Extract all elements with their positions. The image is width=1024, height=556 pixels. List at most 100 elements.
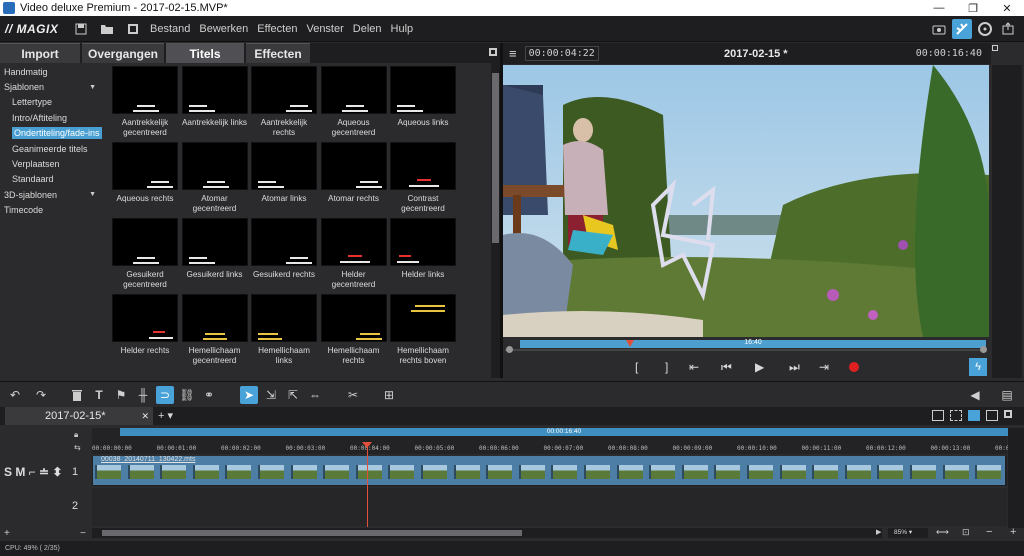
disc-icon[interactable] (975, 19, 995, 39)
menu-delen[interactable]: Delen (353, 23, 382, 35)
preview-maximize-icon[interactable] (992, 45, 998, 51)
timeline-maximize-icon[interactable] (1004, 410, 1012, 418)
tab-effecten[interactable]: Effecten (246, 43, 310, 63)
timeline-scrollbar[interactable] (92, 528, 882, 538)
title-template[interactable]: Atomar gecentreerd (181, 142, 248, 213)
camera-icon[interactable] (929, 19, 949, 39)
view-storyboard-icon[interactable] (986, 410, 998, 421)
track-1-controls[interactable]: S M ⌐ ≐ ⬍ (4, 465, 62, 479)
tab-import[interactable]: Import (0, 43, 80, 63)
tree-item[interactable]: Ondertiteling/fade-ins (0, 126, 108, 141)
zoom-in-icon[interactable]: + (1010, 526, 1016, 538)
menu-venster[interactable]: Venster (306, 23, 343, 35)
previous-frame-button[interactable]: ⏮ (721, 360, 732, 375)
scrub-start-handle[interactable] (506, 346, 513, 353)
panel-maximize-icon[interactable] (489, 48, 497, 56)
title-template[interactable]: Atomar rechts (320, 142, 387, 204)
link-icon[interactable]: ⛓ (178, 386, 196, 404)
maximize-button[interactable]: ❐ (956, 0, 990, 16)
range-select-icon[interactable]: ⇲ (262, 386, 280, 404)
group-select-icon[interactable]: ⇱ (284, 386, 302, 404)
share-icon[interactable] (998, 19, 1018, 39)
save-icon[interactable] (73, 21, 89, 37)
undo-icon[interactable]: ↶ (6, 386, 24, 404)
expand-arrow-icon[interactable]: ▼ (89, 84, 96, 91)
mark-out-button[interactable]: ] (665, 360, 668, 374)
tab-overgangen[interactable]: Overgangen (82, 43, 164, 63)
title-template[interactable]: Helder links (390, 218, 456, 280)
template-scrollbar[interactable] (491, 63, 500, 378)
tree-item[interactable]: Timecode (0, 203, 108, 218)
effects-mode-icon[interactable] (952, 18, 972, 39)
play-range-bar[interactable]: 00:00:16:40 (120, 428, 1008, 436)
view-grid-icon[interactable] (950, 410, 962, 421)
marker-flag-icon[interactable]: ⚑ (112, 386, 130, 404)
delete-icon[interactable] (68, 386, 86, 404)
title-template[interactable]: Hemellichaam gecentreerd (181, 294, 248, 365)
remove-track-icon[interactable]: − (80, 528, 86, 539)
scroll-right-arrow[interactable]: ▶ (876, 528, 881, 536)
view-single-icon[interactable] (932, 410, 944, 421)
mouse-pointer-icon[interactable]: ➤ (240, 386, 258, 404)
menu-bestand[interactable]: Bestand (150, 23, 190, 35)
title-template[interactable]: Aqueous links (390, 66, 456, 128)
mark-in-button[interactable]: [ (635, 360, 638, 374)
zoom-out-icon[interactable]: − (986, 526, 992, 538)
close-window-button[interactable]: ✕ (990, 0, 1024, 16)
view-timeline-icon[interactable] (968, 410, 980, 421)
unlink-icon[interactable]: ⚭ (200, 386, 218, 404)
preview-range-bar[interactable]: 16:40 (520, 339, 986, 348)
minimize-button[interactable]: — (922, 0, 956, 16)
snap-icon[interactable]: ⇆ (74, 443, 81, 452)
title-template[interactable]: Hemellichaam rechts (320, 294, 387, 365)
playhead[interactable] (367, 443, 368, 527)
tree-item[interactable]: Handmatig (0, 64, 108, 79)
hamburger-menu-icon[interactable]: ≡ (509, 46, 517, 61)
lightning-icon[interactable]: ϟ (969, 358, 987, 376)
tree-item[interactable]: Geanimeerde titels (0, 141, 108, 156)
title-template[interactable]: Aqueous gecentreerd (320, 66, 387, 137)
mixer-icon[interactable]: ▤ (998, 386, 1016, 404)
tree-item[interactable]: Verplaatsen (0, 156, 108, 171)
lock-icon[interactable]: 🔒︎ (74, 430, 78, 440)
go-to-start-button[interactable]: ⇤ (689, 360, 699, 374)
title-template[interactable]: Helder rechts (112, 294, 178, 356)
title-template[interactable]: Hemellichaam rechts boven (390, 294, 456, 365)
playhead-marker[interactable] (362, 442, 372, 448)
tree-item[interactable]: Standaard (0, 172, 108, 187)
title-template[interactable]: Aantrekkelijk links (181, 66, 248, 128)
scrub-end-handle[interactable] (980, 346, 987, 353)
stretch-icon[interactable]: ⇔ (306, 386, 324, 404)
ripple-mode-icon[interactable]: ⊃ (156, 386, 174, 404)
tree-item[interactable]: Sjablonen ▼ (0, 79, 108, 94)
tab-titels[interactable]: Titels (166, 43, 244, 63)
zoom-select[interactable]: 85% ▾ (888, 528, 928, 538)
title-template[interactable]: Gesuikerd gecentreerd (112, 218, 178, 289)
title-text-icon[interactable]: T (90, 386, 108, 404)
scissors-icon[interactable]: ✂ (344, 386, 362, 404)
title-template[interactable]: Aqueous rechts (112, 142, 178, 204)
add-track-icon[interactable]: + (4, 528, 10, 539)
title-template[interactable]: Contrast gecentreerd (390, 142, 456, 213)
title-template[interactable]: Gesuikerd links (181, 218, 248, 280)
tree-item[interactable]: Intro/Aftiteling (0, 110, 108, 125)
tree-item[interactable]: 3D-sjablonen ▼ (0, 187, 108, 202)
project-icon[interactable] (125, 21, 141, 37)
expand-arrow-icon[interactable]: ▼ (89, 191, 96, 198)
menu-bewerken[interactable]: Bewerken (199, 23, 248, 35)
record-button[interactable] (849, 362, 859, 372)
speaker-icon[interactable]: ◀ (966, 386, 984, 404)
insert-icon[interactable]: ⊞ (380, 386, 398, 404)
title-template[interactable]: Gesuikerd rechts (251, 218, 317, 280)
title-template[interactable]: Atomar links (251, 142, 317, 204)
title-template[interactable]: Hemellichaam links (251, 294, 317, 365)
menu-hulp[interactable]: Hulp (391, 23, 414, 35)
preview-playhead-marker[interactable] (626, 340, 634, 347)
go-to-end-button[interactable]: ⇥ (819, 360, 829, 374)
split-icon[interactable]: ╫ (134, 386, 152, 404)
menu-effecten[interactable]: Effecten (257, 23, 297, 35)
vertical-scrollbar[interactable] (1008, 428, 1024, 528)
next-frame-button[interactable]: ⏭ (789, 360, 800, 375)
zoom-fit-icon[interactable]: ⊡ (962, 527, 970, 538)
play-button[interactable]: ▶ (755, 360, 764, 374)
